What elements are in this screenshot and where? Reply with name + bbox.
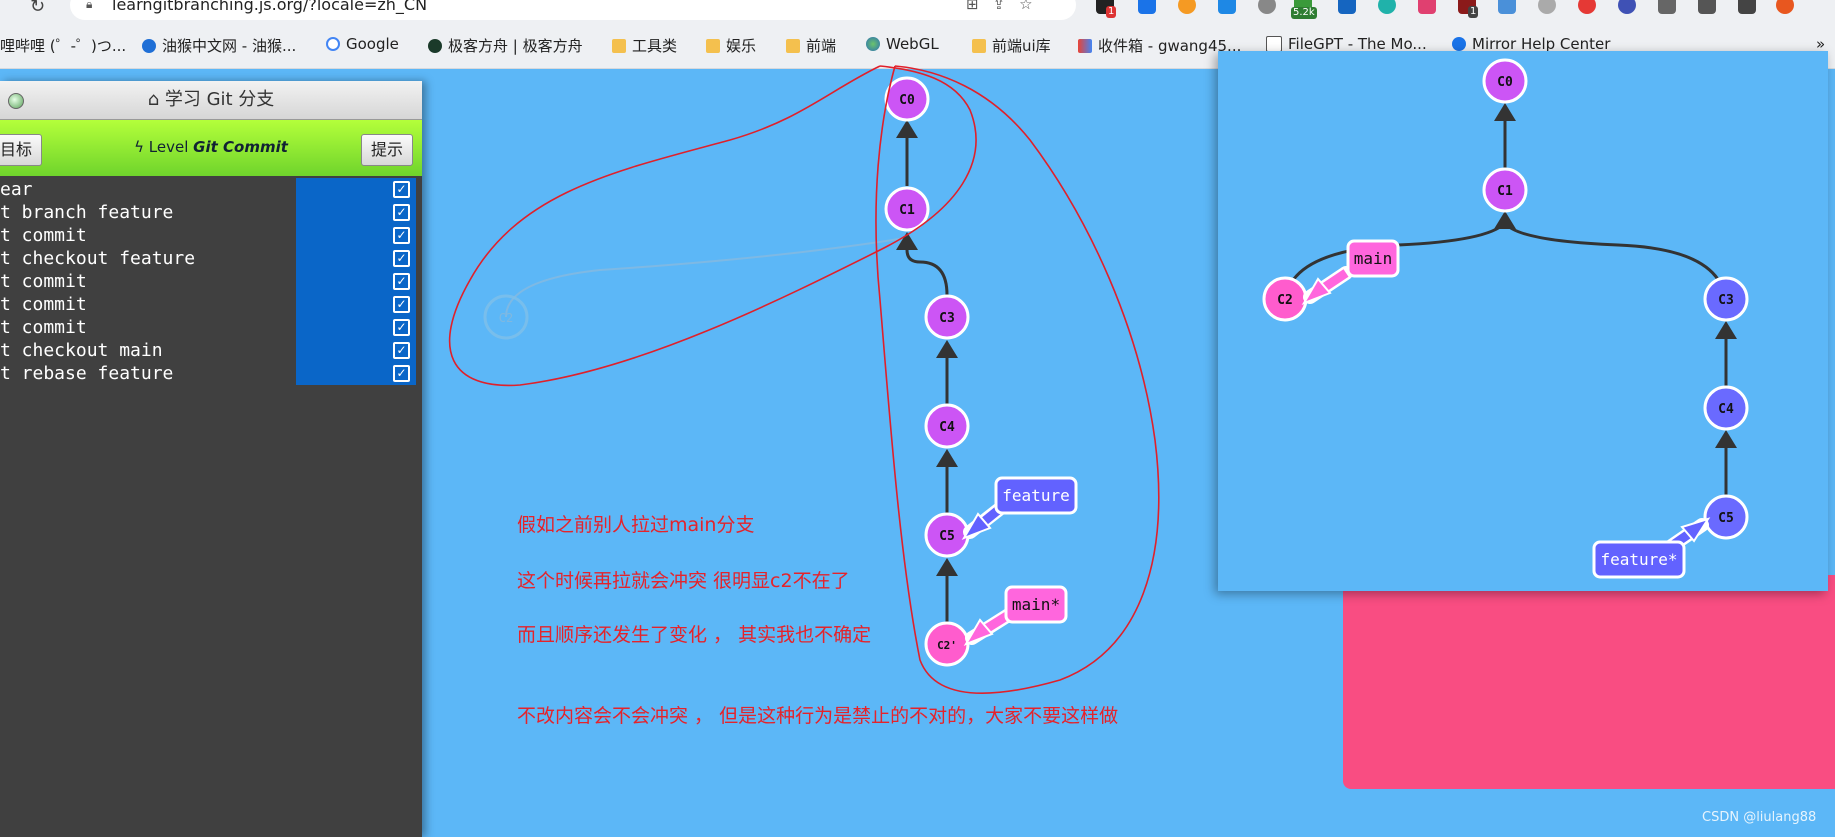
commit-label: C2' — [937, 639, 957, 652]
commit-label: C3 — [939, 311, 955, 326]
branch-label-text: feature* — [1600, 550, 1677, 569]
hint-button[interactable]: 提示 — [361, 134, 414, 166]
command-row[interactable]: t checkout main ✓ — [0, 339, 416, 362]
command-row[interactable]: t commit ✓ — [0, 293, 416, 316]
checkbox-icon: ✓ — [393, 273, 410, 290]
command-row[interactable]: t checkout feature ✓ — [0, 247, 416, 270]
commit-label: C5 — [939, 529, 955, 544]
goal-backdrop — [1343, 575, 1835, 789]
arrow-head — [936, 449, 958, 467]
arrow-head — [896, 120, 918, 138]
level-name: Git Commit — [193, 138, 288, 156]
lightning-icon: ϟ — [134, 138, 144, 156]
faded-edge — [505, 237, 906, 318]
branch-label-text: main — [1354, 249, 1393, 268]
command-row[interactable]: ear ✓ — [0, 178, 416, 201]
arrow-head — [936, 558, 958, 576]
checkbox-icon: ✓ — [393, 227, 410, 244]
command-history: ear ✓ t branch feature ✓ t commit ✓ t check… — [0, 178, 422, 385]
commit-label: C2 — [1277, 293, 1293, 308]
checkbox-icon: ✓ — [393, 250, 410, 267]
commit-label: C3 — [1718, 293, 1734, 308]
goal-tree: C0 C1 C2 C3 C4 C5 main feature* — [1262, 58, 1749, 579]
arrow-head — [1494, 103, 1516, 121]
checkbox-icon: ✓ — [393, 181, 410, 198]
command-row[interactable]: t branch feature ✓ — [0, 201, 416, 224]
branch-label-text: feature — [1002, 486, 1069, 505]
checkbox-icon: ✓ — [393, 342, 410, 359]
annotation-text: 不改内容会不会冲突 ， 但是这种行为是禁止的不对的，大家不要这样做 — [517, 705, 1119, 727]
commit-label: C1 — [1497, 184, 1513, 199]
commit-label: C2 — [499, 311, 513, 325]
annotation-text: 而且顺序还发生了变化 ， 其实我也不确定 — [517, 624, 872, 646]
arrow-head — [1715, 430, 1737, 448]
commit-label: C0 — [899, 93, 915, 108]
arrow-head — [1715, 321, 1737, 339]
checkbox-icon: ✓ — [393, 296, 410, 313]
level-title: ϟ Level Git Commit — [134, 138, 288, 156]
annotation-text: 这个时候再拉就会冲突 很明显c2不在了 — [517, 570, 850, 592]
window-dot-icon[interactable] — [8, 93, 24, 109]
annotation-text: 假如之前别人拉过main分支 — [517, 514, 755, 536]
commit-label: C4 — [1718, 402, 1734, 417]
level-toolbar: 目标 ϟ Level Git Commit 提示 — [0, 120, 422, 176]
commit-label: C5 — [1718, 511, 1734, 526]
panel-title-bar: ⌂ 学习 Git 分支 — [0, 81, 422, 120]
commit-label: C4 — [939, 420, 955, 435]
checkbox-icon: ✓ — [393, 204, 410, 221]
tree-edge — [1503, 221, 1728, 308]
arrow-head — [936, 340, 958, 358]
command-row[interactable]: t commit ✓ — [0, 316, 416, 339]
home-icon: ⌂ — [147, 89, 160, 110]
tree-edge — [905, 249, 949, 296]
watermark: CSDN @liulang88 — [1702, 810, 1817, 825]
command-row[interactable]: t rebase feature ✓ — [0, 362, 416, 385]
commit-label: C0 — [1497, 75, 1513, 90]
level-panel: ⌂ 学习 Git 分支 目标 ϟ Level Git Commit 提示 ear… — [0, 81, 422, 837]
checkbox-icon: ✓ — [393, 365, 410, 382]
command-row[interactable]: t commit ✓ — [0, 224, 416, 247]
arrow-head — [1494, 211, 1516, 229]
commit-label: C1 — [899, 203, 915, 218]
branch-label-text: main* — [1012, 595, 1060, 614]
checkbox-icon: ✓ — [393, 319, 410, 336]
goal-visualization: C0 C1 C2 C3 C4 C5 main feature* — [1218, 51, 1828, 591]
command-row[interactable]: t commit ✓ — [0, 270, 416, 293]
panel-title: 学习 Git 分支 — [164, 89, 275, 110]
